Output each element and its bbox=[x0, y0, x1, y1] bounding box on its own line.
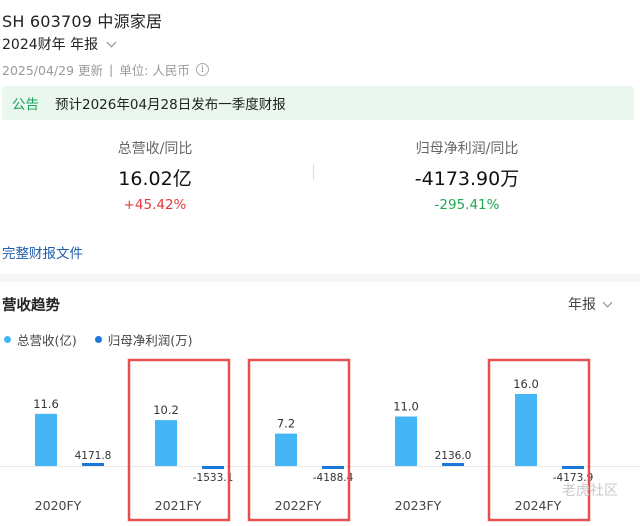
x-tick-label: 2023FY bbox=[395, 498, 442, 513]
legend-item-revenue[interactable]: 总营收(亿) bbox=[4, 330, 77, 349]
section-title: 营收趋势 bbox=[2, 298, 60, 314]
legend-swatch-profit bbox=[94, 336, 102, 343]
revenue-data-label: 11.6 bbox=[33, 397, 59, 411]
legend-item-profit[interactable]: 归母净利润(万) bbox=[94, 330, 193, 349]
profit-bar bbox=[202, 466, 224, 469]
profit-data-label: 4171.8 bbox=[75, 450, 112, 462]
legend-label-revenue: 总营收(亿) bbox=[17, 333, 77, 348]
update-date: 2025/04/29 更新 bbox=[2, 63, 104, 78]
revenue-bar bbox=[515, 394, 537, 466]
revenue-metric: 总营收/同比 16.02亿 +45.42% bbox=[55, 138, 255, 213]
revenue-bar bbox=[35, 413, 57, 466]
revenue-data-label: 11.0 bbox=[393, 400, 419, 414]
profit-data-label: -1533.1 bbox=[193, 472, 234, 484]
trend-period-select[interactable]: 年报 bbox=[568, 294, 613, 314]
announcement-banner[interactable]: 公告 预计2026年04月28日发布一季度财报 bbox=[2, 86, 634, 120]
revenue-label: 总营收/同比 bbox=[117, 141, 193, 157]
x-tick-label: 2024FY bbox=[515, 498, 562, 513]
watermark: 老虎社区 bbox=[562, 483, 618, 499]
revenue-change: +45.42% bbox=[123, 197, 187, 213]
chevron-down-icon[interactable] bbox=[602, 297, 613, 307]
x-tick-label: 2021FY bbox=[155, 498, 202, 513]
period-label[interactable]: 2024财年 年报 bbox=[2, 34, 98, 54]
chevron-down-icon[interactable] bbox=[106, 37, 117, 47]
revenue-data-label: 10.2 bbox=[153, 403, 179, 417]
revenue-bar bbox=[395, 416, 417, 466]
stock-title: SH 603709 中源家居 bbox=[2, 12, 163, 31]
legend-swatch-revenue bbox=[4, 336, 11, 343]
revenue-data-label: 7.2 bbox=[277, 417, 295, 431]
chart-legend: 总营收(亿) 归母净利润(万) bbox=[4, 330, 193, 349]
period-selector[interactable]: 2024财年 年报 bbox=[2, 34, 117, 54]
section-divider bbox=[0, 274, 640, 282]
revenue-trend-chart: 11.6 4171.8 2020FY 10.2 -1533.1 2021FY 7.2 -418… bbox=[0, 358, 640, 522]
legend-label-profit: 归母净利润(万) bbox=[107, 333, 193, 348]
meta-separator: | bbox=[109, 62, 114, 77]
metric-divider bbox=[313, 164, 314, 180]
highlight-box bbox=[247, 358, 351, 522]
full-report-link[interactable]: 完整财报文件 bbox=[2, 242, 83, 262]
profit-data-label: -4188.4 bbox=[313, 472, 354, 484]
profit-bar bbox=[82, 463, 104, 466]
stock-header: SH 603709 中源家居 bbox=[2, 8, 162, 32]
announcement-text: 预计2026年04月28日发布一季度财报 bbox=[55, 97, 286, 113]
revenue-data-label: 16.0 bbox=[513, 377, 539, 391]
x-tick-label: 2022FY bbox=[275, 498, 322, 513]
info-icon[interactable]: i bbox=[195, 63, 209, 76]
meta-row: 2025/04/29 更新 | 单位: 人民币 i bbox=[2, 60, 209, 79]
profit-bar bbox=[322, 466, 344, 469]
x-tick-label: 2020FY bbox=[35, 498, 82, 513]
profit-value: -4173.90万 bbox=[414, 168, 520, 190]
profit-change: -295.41% bbox=[434, 197, 500, 213]
trend-period-label[interactable]: 年报 bbox=[568, 294, 596, 314]
profit-bar bbox=[442, 463, 464, 466]
profit-bar bbox=[562, 466, 584, 469]
announcement-tag: 公告 bbox=[12, 97, 39, 113]
highlight-box bbox=[127, 358, 231, 522]
profit-label: 归母净利润/同比 bbox=[415, 141, 519, 157]
revenue-bar bbox=[275, 433, 297, 466]
revenue-bar bbox=[155, 420, 177, 466]
unit-label: 单位: 人民币 bbox=[119, 63, 190, 78]
profit-metric: 归母净利润/同比 -4173.90万 -295.41% bbox=[367, 138, 567, 213]
revenue-value: 16.02亿 bbox=[118, 168, 192, 190]
profit-data-label: 2136.0 bbox=[435, 450, 472, 462]
